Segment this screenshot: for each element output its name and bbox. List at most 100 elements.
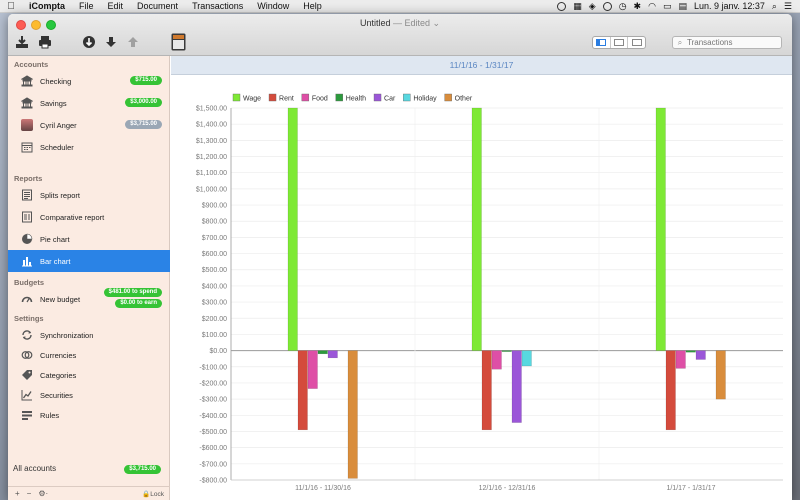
bar-rent-0 <box>297 350 308 431</box>
y-tick-label: $800.00 <box>202 219 227 226</box>
add-button[interactable]: + <box>15 489 20 498</box>
keyboard-icon[interactable]: ▤ <box>678 1 687 12</box>
pie-chart-icon <box>20 232 34 246</box>
calculator-button[interactable] <box>170 32 186 51</box>
sidebar-bottom-bar: + − ⚙︎· 🔒Lock <box>8 486 170 500</box>
sidebar-item-pie-chart[interactable]: Pie chart <box>8 228 170 250</box>
remove-button[interactable]: − <box>27 489 32 498</box>
dropbox-icon[interactable]: ◈ <box>589 1 596 12</box>
sidebar-item-new-budget[interactable]: New budget $481.00 to spend $0.00 to ear… <box>8 285 170 313</box>
sidebar-item-label: Scheduler <box>40 142 74 152</box>
section-header-settings: Settings <box>14 314 44 323</box>
sidebar-item-currencies[interactable]: Currencies <box>8 344 170 366</box>
balance-badge: $3,715.00 <box>125 120 162 129</box>
sidebar-item-splits-report[interactable]: Splits report <box>8 184 170 206</box>
apple-icon[interactable]:  <box>0 1 22 12</box>
legend-label: Health <box>346 96 366 103</box>
legend-label: Holiday <box>413 96 437 103</box>
sidebar-item-label: Currencies <box>40 350 77 360</box>
sidebar-item-scheduler[interactable]: Scheduler <box>8 136 170 158</box>
battery-icon[interactable]: ▭ <box>663 1 672 12</box>
import-button[interactable] <box>14 34 30 50</box>
bluetooth-icon[interactable]: ✱ <box>634 1 642 12</box>
bar-other-2 <box>715 350 726 400</box>
previous-button[interactable] <box>126 34 140 50</box>
bank-icon <box>20 74 34 88</box>
time-machine-icon[interactable]: ◷ <box>619 1 627 12</box>
bar-chart-icon <box>20 254 34 268</box>
search-icon: ⌕ <box>677 37 683 47</box>
menu-file[interactable]: File <box>72 1 101 11</box>
legend-swatch <box>403 93 411 102</box>
sidebar-item-cyril-anger[interactable]: Cyril Anger $3,715.00 <box>8 114 170 136</box>
securities-icon <box>20 388 34 402</box>
sidebar-item-checking[interactable]: Checking $715.00 <box>8 70 170 92</box>
sidebar-item-label: Pie chart <box>40 234 70 244</box>
wifi-icon[interactable]: ◠ <box>648 1 656 12</box>
section-header-accounts: Accounts <box>14 60 49 69</box>
spotlight-icon[interactable]: ⌕ <box>772 1 777 12</box>
menu-transactions[interactable]: Transactions <box>185 1 250 11</box>
move-down-button[interactable] <box>81 34 97 50</box>
bar-health-0 <box>317 350 328 355</box>
menu-document[interactable]: Document <box>130 1 185 11</box>
avatar <box>20 118 34 132</box>
x-tick-label: 12/1/16 - 12/31/16 <box>479 485 536 492</box>
sidebar-item-rules[interactable]: Rules <box>8 404 170 426</box>
y-tick-label: $500.00 <box>202 267 227 274</box>
bar-car-2 <box>695 350 706 360</box>
rules-icon <box>20 408 34 422</box>
menu-help[interactable]: Help <box>296 1 329 11</box>
budget-spend-badge: $481.00 to spend <box>103 288 162 297</box>
y-tick-label: $200.00 <box>202 316 227 323</box>
sidebar-item-securities[interactable]: Securities <box>8 384 170 406</box>
status-app-icon[interactable] <box>557 1 567 11</box>
y-tick-label: -$600.00 <box>199 445 227 452</box>
y-tick-label: $1,500.00 <box>196 106 227 113</box>
search-input[interactable] <box>687 38 777 47</box>
view-split-segment[interactable] <box>611 37 629 48</box>
next-button[interactable] <box>104 34 118 50</box>
sidebar-item-label: Rules <box>40 410 60 420</box>
app-window: Untitled — Edited ⌄ ⌕ Transactions Accou… <box>8 14 792 500</box>
compare-report-icon <box>20 210 34 224</box>
clock-text[interactable]: Lun. 9 janv. 12:37 <box>694 1 765 11</box>
menu-app[interactable]: iCompta <box>22 1 72 11</box>
all-accounts-label[interactable]: All accounts <box>13 464 56 473</box>
search-field: ⌕ <box>672 36 782 49</box>
notification-icon[interactable]: ☰ <box>784 1 792 12</box>
y-tick-label: $400.00 <box>202 283 227 290</box>
lock-button[interactable]: 🔒Lock <box>142 490 164 498</box>
document-edited-status[interactable]: — Edited ⌄ <box>393 18 440 28</box>
sidebar-item-savings[interactable]: Savings $3,000.00 <box>8 92 170 114</box>
menu-window[interactable]: Window <box>250 1 296 11</box>
bar-health-1 <box>501 350 512 352</box>
bar-other-0 <box>347 350 358 479</box>
sidebar-item-synchronization[interactable]: Synchronization <box>8 324 170 346</box>
menu-bar:  iCompta File Edit Document Transaction… <box>0 0 800 13</box>
menu-edit[interactable]: Edit <box>101 1 131 11</box>
view-sidebar-segment[interactable] <box>593 37 611 48</box>
grid-icon[interactable]: ▦ <box>573 1 582 12</box>
y-tick-label: -$100.00 <box>199 364 227 371</box>
legend-label: Food <box>312 96 328 103</box>
sidebar: Accounts Checking $715.00 Savings $3,000… <box>8 56 170 500</box>
arrow-down-circle-icon <box>83 36 95 48</box>
sidebar-item-categories[interactable]: Categories <box>8 364 170 386</box>
inspector-layout-icon <box>631 39 642 46</box>
circle-status-icon[interactable] <box>602 1 612 11</box>
sidebar-item-label: New budget <box>40 294 81 304</box>
split-layout-icon <box>614 39 624 46</box>
sidebar-item-comparative-report[interactable]: Comparative report <box>8 206 170 228</box>
print-button[interactable] <box>37 34 53 50</box>
sidebar-item-label: Securities <box>40 390 73 400</box>
date-range-selector[interactable]: 11/1/16 - 1/31/17 <box>171 56 792 75</box>
legend-label: Other <box>455 96 473 103</box>
bar-holiday-1 <box>521 350 532 367</box>
bar-chart: -$800.00 -$700.00 -$600.00 -$500.00 -$400.00… <box>196 93 783 492</box>
sidebar-item-bar-chart[interactable]: Bar chart <box>8 250 170 272</box>
view-inspector-segment[interactable] <box>628 37 645 48</box>
calculator-icon <box>171 33 185 50</box>
gauge-icon <box>20 292 34 306</box>
gear-menu-button[interactable]: ⚙︎· <box>38 489 48 498</box>
